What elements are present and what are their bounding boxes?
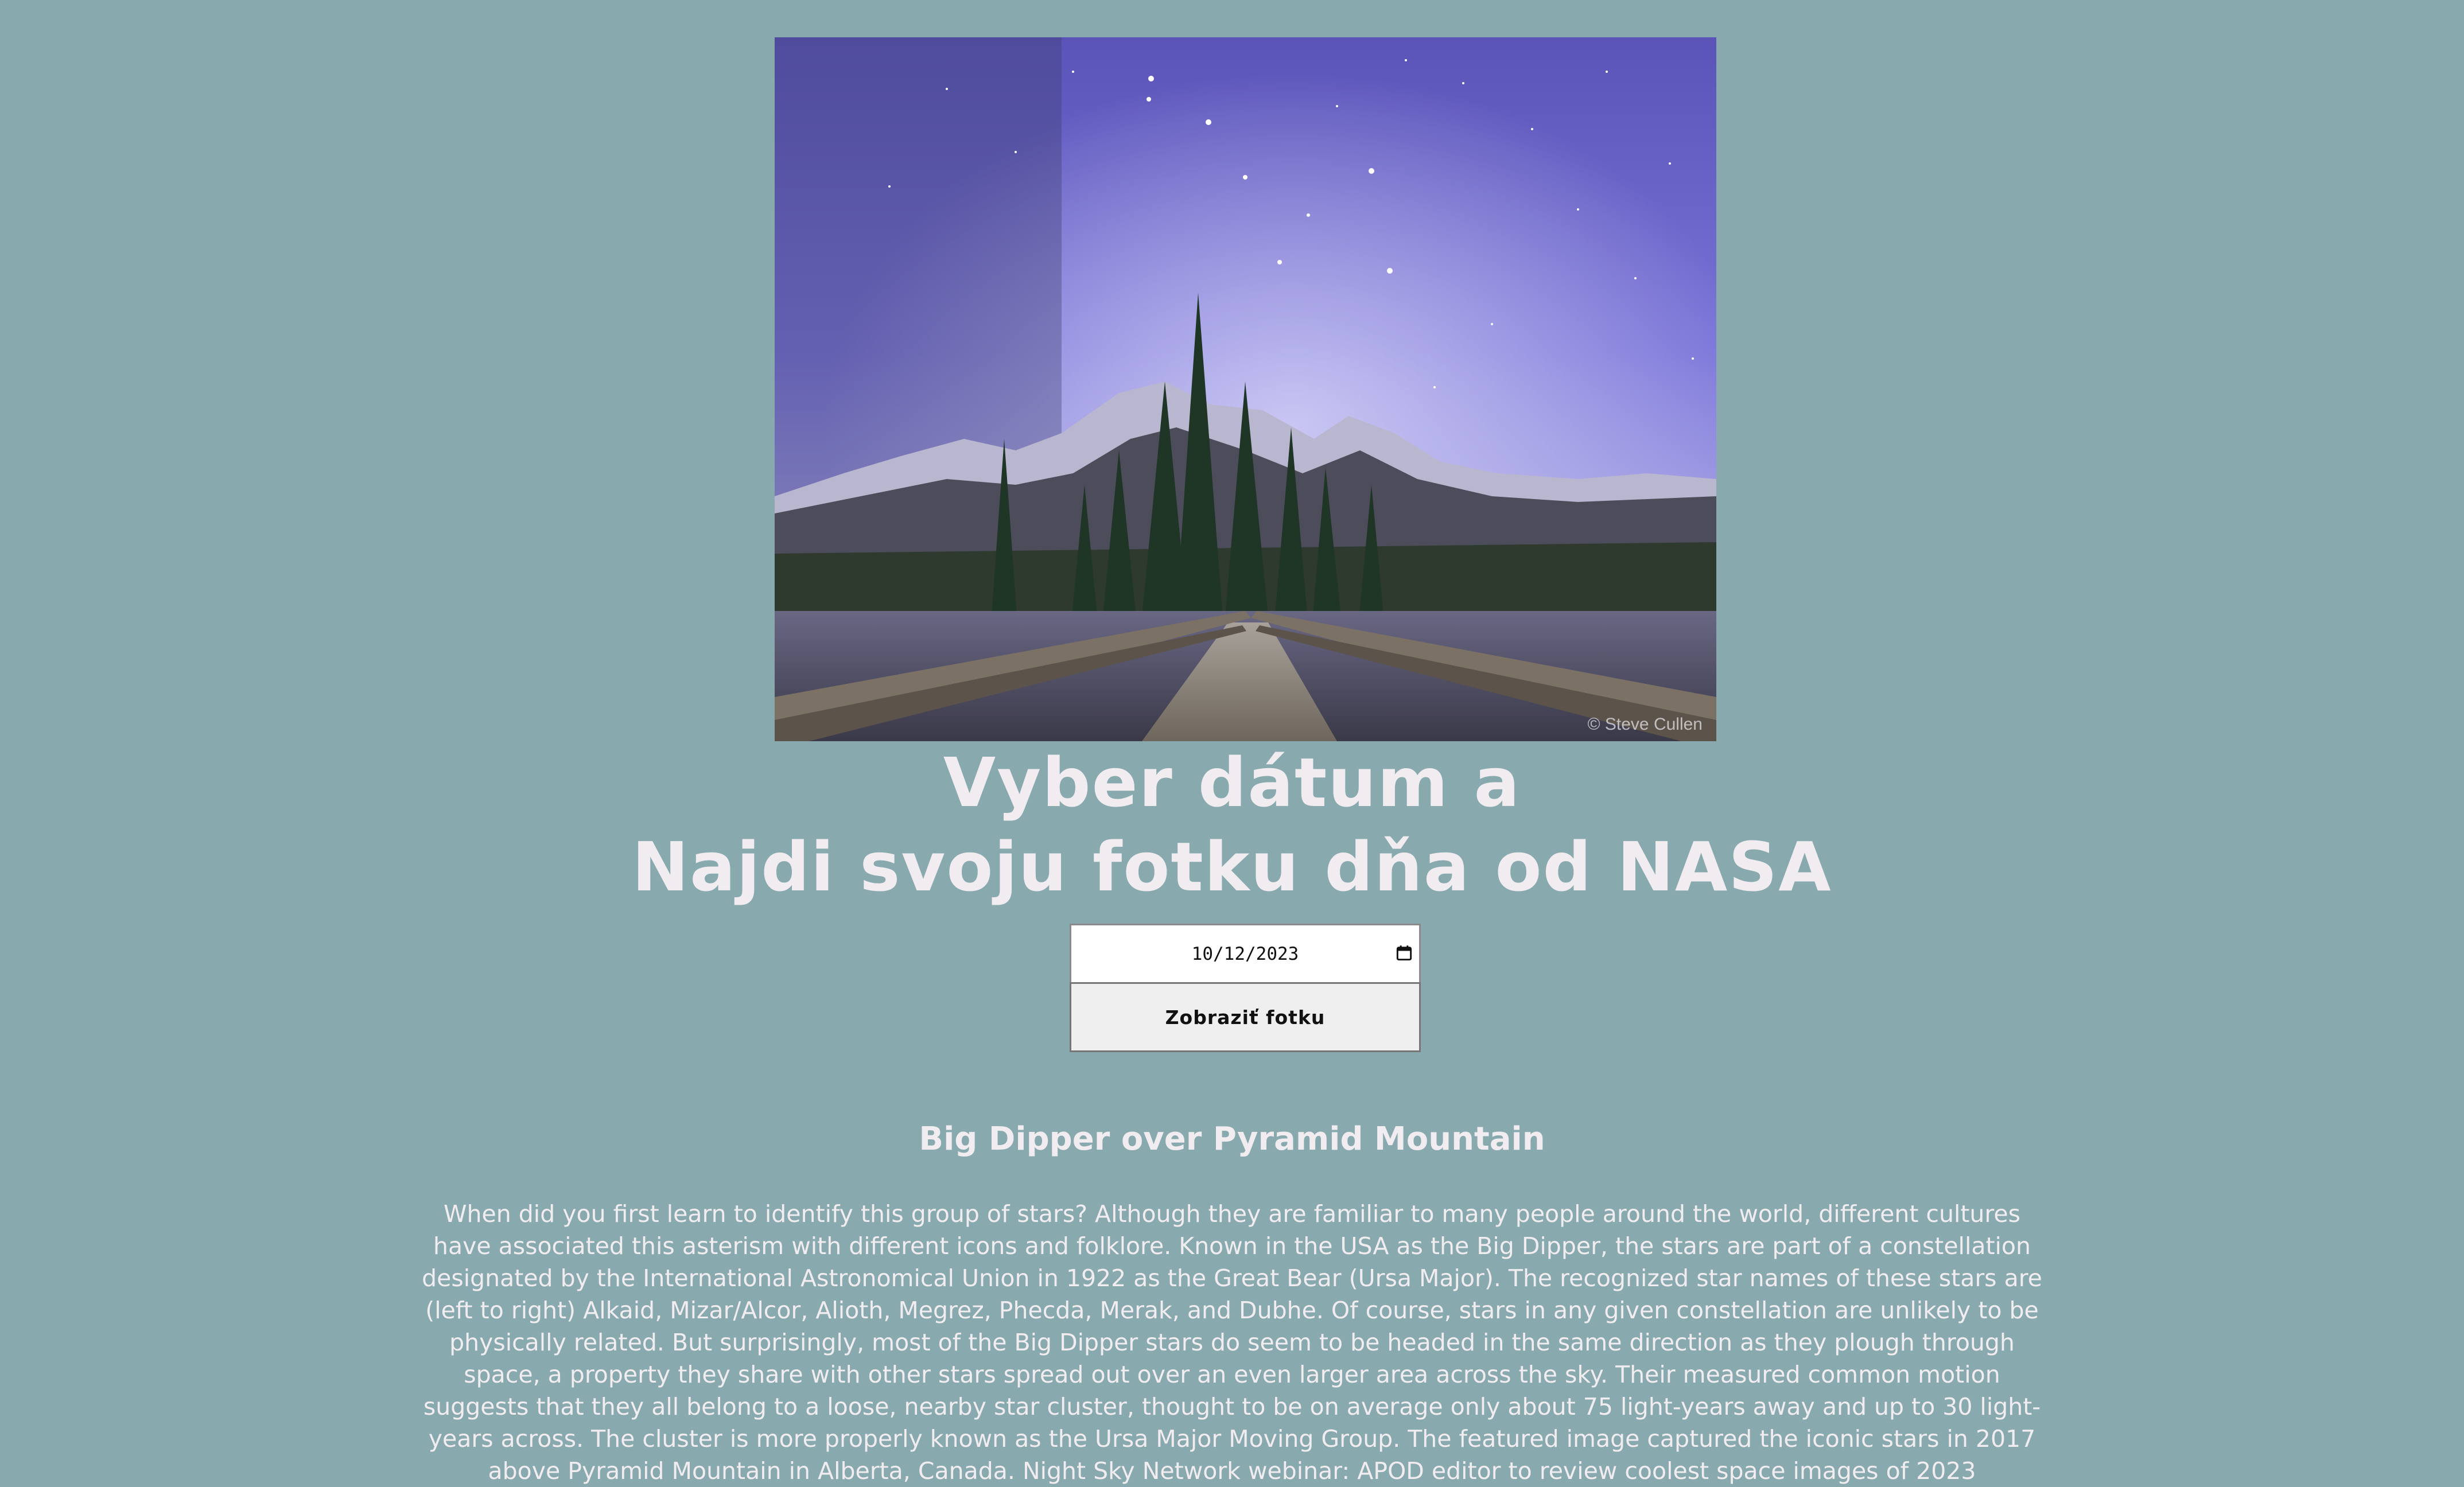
apod-photo: © Steve Cullen <box>775 37 1716 741</box>
apod-photo-illustration <box>775 37 1716 741</box>
date-input[interactable]: 10/12/2023 <box>1070 924 1421 982</box>
calendar-icon[interactable] <box>1396 945 1412 961</box>
show-photo-button[interactable]: Zobraziť fotku <box>1070 982 1421 1052</box>
apod-explanation: When did you first learn to identify thi… <box>422 1200 2042 1485</box>
page-title-line-1: Vyber dátum a <box>943 743 1521 822</box>
page-title-line-2: Najdi svoju fotku dňa od NASA <box>632 827 1832 906</box>
date-input-value: 10/12/2023 <box>1191 943 1299 964</box>
photo-credit: © Steve Cullen <box>1587 715 1703 734</box>
apod-title: Big Dipper over Pyramid Mountain <box>919 1120 1545 1158</box>
